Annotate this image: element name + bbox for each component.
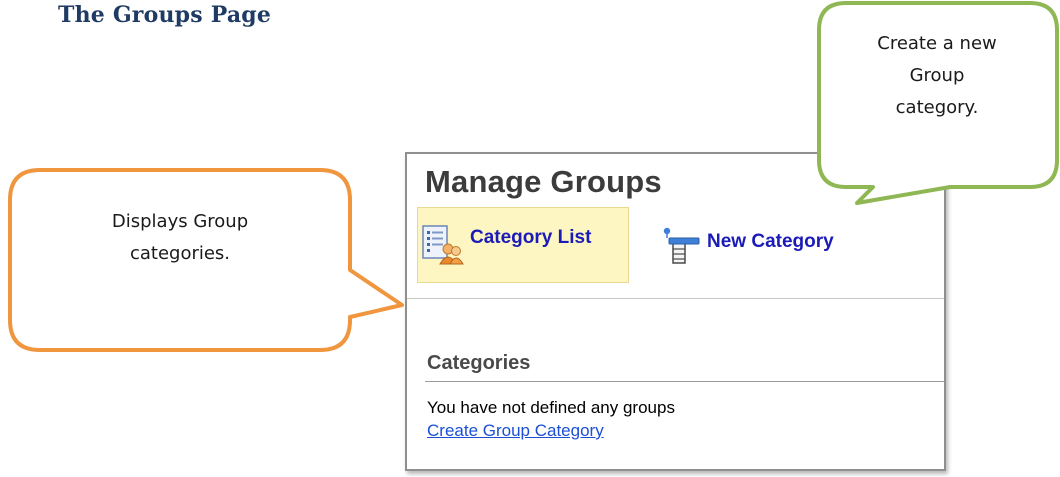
categories-section-title: Categories <box>427 352 531 374</box>
left-callout-line: categories. <box>129 243 231 264</box>
page-heading: The Groups Page <box>58 2 272 28</box>
left-callout-text: Displays Group categories. <box>30 206 330 270</box>
tab-category-list-label: Category List <box>470 227 592 248</box>
right-callout-line: Group <box>909 65 965 86</box>
category-list-icon <box>420 223 464 267</box>
categories-section-rule <box>425 381 944 382</box>
panel-title: Manage Groups <box>425 164 662 199</box>
empty-groups-message: You have not defined any groups <box>427 398 675 417</box>
tab-category-list[interactable]: Category List <box>417 207 629 283</box>
tab-new-category[interactable]: New Category <box>657 207 887 283</box>
left-callout-line: Displays Group <box>111 211 249 232</box>
create-group-category-link[interactable]: Create Group Category <box>427 421 604 441</box>
right-callout-text: Create a new Group category. <box>826 28 1048 124</box>
right-callout-line: Create a new <box>877 33 997 54</box>
tab-new-category-label: New Category <box>707 231 834 252</box>
panel-divider <box>407 298 944 299</box>
right-callout-line: category. <box>895 97 979 118</box>
new-category-icon <box>659 223 703 267</box>
manage-groups-panel: Manage Groups Category List New Category… <box>405 152 946 471</box>
